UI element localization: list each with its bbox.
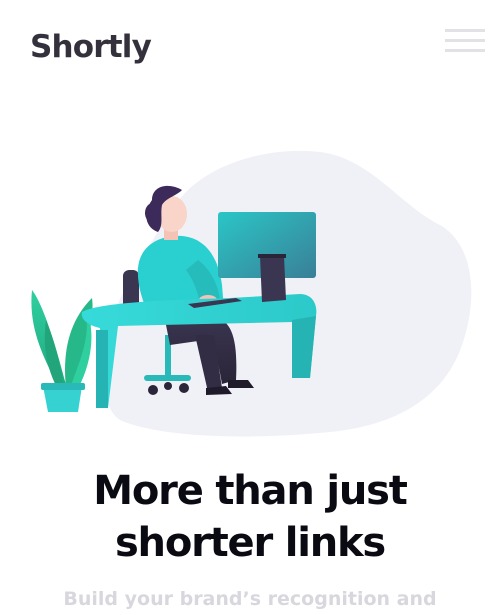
plant-icon [31, 290, 93, 412]
page: Shortly More than just shorter links Bui… [0, 0, 500, 615]
menu-line [445, 39, 485, 42]
menu-line [445, 49, 485, 52]
hero-subtitle: Build your brand’s recognition and [63, 588, 437, 610]
person-working-illustration [31, 150, 472, 437]
hero-title-line1: More than just [93, 468, 408, 514]
site-header: Shortly [0, 0, 500, 100]
hero-title: More than just shorter links [0, 465, 500, 569]
hamburger-menu-icon[interactable] [445, 29, 485, 55]
menu-line [445, 29, 485, 32]
logo[interactable]: Shortly [30, 25, 152, 69]
hero-title-line2: shorter links [114, 520, 386, 566]
